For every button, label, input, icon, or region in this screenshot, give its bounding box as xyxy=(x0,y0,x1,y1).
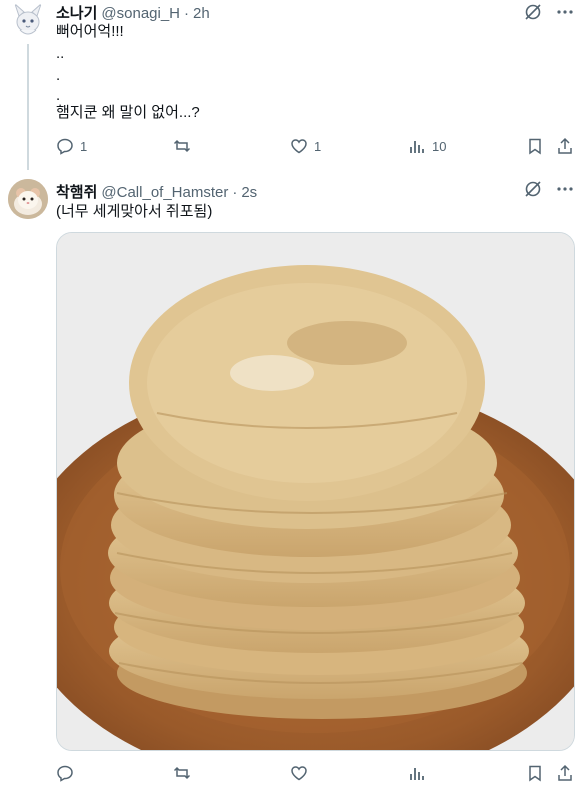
heart-icon xyxy=(291,766,307,781)
user-handle[interactable]: @sonagi_H xyxy=(101,5,180,22)
retweet-icon xyxy=(173,766,191,780)
views-button[interactable] xyxy=(408,764,426,782)
bookmark-icon xyxy=(529,765,541,782)
views-icon xyxy=(410,768,424,780)
tweet-top-icons xyxy=(524,180,574,198)
display-name[interactable]: 소나기 xyxy=(56,2,97,23)
tweet-media-image[interactable] xyxy=(56,232,575,751)
views-icon xyxy=(410,141,424,153)
bookmark-icon xyxy=(529,138,541,155)
tweet-text-line: .. xyxy=(56,45,65,62)
tweet-sonagi[interactable]: 소나기 @sonagi_H · 2h 뻐어어억!!! .. . . 햄지쿤 왜 … xyxy=(0,0,588,170)
thread-connector-line xyxy=(27,44,29,170)
view-count: 10 xyxy=(432,138,447,154)
timestamp[interactable]: 2s xyxy=(241,184,257,201)
reply-button[interactable]: 1 xyxy=(56,137,87,155)
tweet-text-line: . xyxy=(56,67,61,84)
reply-button[interactable] xyxy=(56,764,74,782)
dried-filefish-photo xyxy=(57,233,574,750)
heart-icon xyxy=(291,139,307,154)
avatar[interactable] xyxy=(8,179,48,219)
tweet-actions: 1 1 10 xyxy=(56,137,576,157)
share-icon xyxy=(558,137,572,154)
grok-icon[interactable] xyxy=(524,3,542,21)
tweet-text-line: 햄지쿤 왜 말이 없어...? xyxy=(56,104,200,121)
avatar-image xyxy=(8,179,48,219)
reply-icon xyxy=(57,138,73,155)
share-icon xyxy=(558,764,572,781)
views-button[interactable]: 10 xyxy=(408,137,446,155)
retweet-icon xyxy=(173,139,191,153)
tweet-header: 소나기 @sonagi_H · 2h xyxy=(56,2,210,23)
more-icon[interactable] xyxy=(556,3,574,21)
tweet-text-line: 뻐어어억!!! xyxy=(56,23,124,40)
share-button[interactable] xyxy=(556,764,574,782)
separator-dot: · xyxy=(232,184,238,201)
retweet-button[interactable] xyxy=(173,764,191,782)
reply-count: 1 xyxy=(80,138,88,154)
avatar[interactable] xyxy=(8,0,48,40)
tweet-text-line: (너무 세게맞아서 쥐포됨) xyxy=(56,203,213,220)
display-name[interactable]: 착햄쥐 xyxy=(56,181,97,202)
like-button[interactable] xyxy=(290,764,308,782)
tweet-top-icons xyxy=(524,3,574,21)
retweet-button[interactable] xyxy=(173,137,191,155)
like-button[interactable]: 1 xyxy=(290,137,321,155)
tweet-header: 착햄쥐 @Call_of_Hamster · 2s xyxy=(56,181,257,202)
grok-icon[interactable] xyxy=(524,180,542,198)
share-button[interactable] xyxy=(556,137,574,155)
user-handle[interactable]: @Call_of_Hamster xyxy=(101,184,228,201)
more-icon[interactable] xyxy=(556,180,574,198)
bookmark-button[interactable] xyxy=(526,764,544,782)
separator-dot: · xyxy=(184,5,190,22)
timestamp[interactable]: 2h xyxy=(193,5,210,22)
like-count: 1 xyxy=(314,138,322,154)
avatar-image xyxy=(13,2,43,35)
bookmark-button[interactable] xyxy=(526,137,544,155)
tweet-actions xyxy=(56,764,576,784)
reply-icon xyxy=(57,765,73,782)
